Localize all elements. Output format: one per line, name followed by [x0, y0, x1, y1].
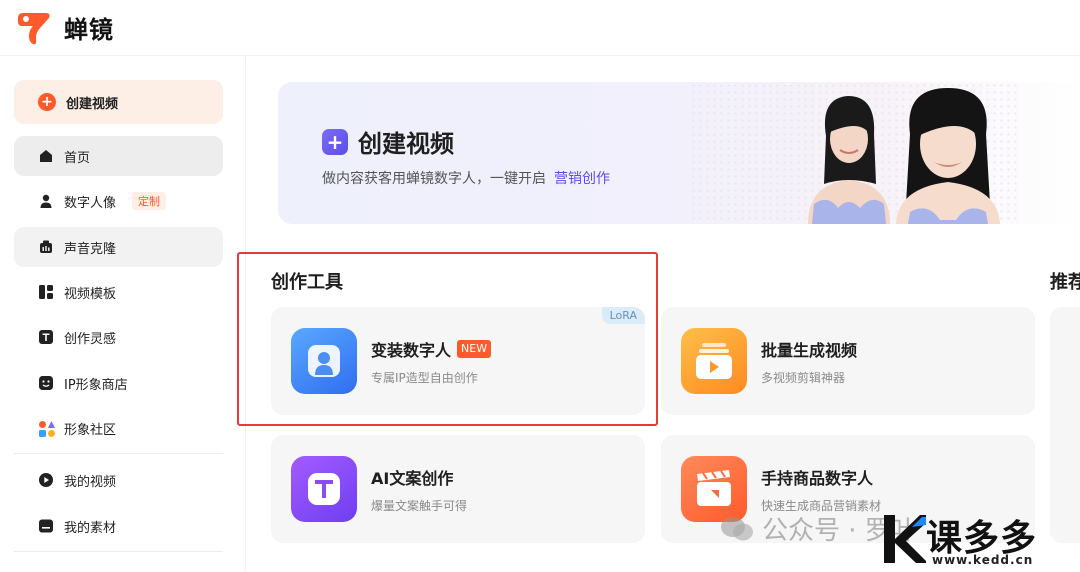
kedd-watermark: 课多多 www.kedd.cn [882, 509, 1080, 572]
banner-subtitle-text: 做内容获客用蝉镜数字人，一键开启 [322, 171, 546, 187]
tool-name: 批量生成视频 [761, 337, 857, 361]
sidebar-item-label: 我的素材 [64, 520, 117, 536]
sidebar-item-label: 视频模板 [64, 286, 117, 302]
k-logo-icon [884, 515, 926, 563]
text-t-icon [291, 456, 357, 522]
highlight-box [237, 252, 658, 426]
home-icon [38, 148, 54, 164]
wechat-icon [721, 516, 753, 540]
video-stack-icon [681, 328, 747, 394]
banner-title-text: 创建视频 [358, 130, 454, 158]
sidebar-divider [14, 453, 223, 454]
sidebar-item-digital-human[interactable]: 数字人像 定制 [14, 181, 223, 221]
plus-icon: + [322, 128, 348, 155]
play-circle-icon [38, 472, 54, 488]
sidebar-item-label: 我的视频 [64, 474, 117, 490]
banner-title: + 创建视频 [322, 124, 454, 159]
sidebar-item-video-template[interactable]: 视频模板 [14, 272, 223, 312]
face-icon [38, 375, 54, 391]
banner-subtitle-link[interactable]: 营销创作 [554, 171, 610, 187]
banner-subtitle: 做内容获客用蝉镜数字人，一键开启 营销创作 [322, 168, 610, 188]
sidebar-item-ip-store[interactable]: IP形象商店 [14, 363, 223, 403]
site-url: www.kedd.cn [932, 553, 1034, 567]
section-title-recommend: 推荐 [1050, 272, 1080, 293]
text-t-icon [38, 329, 54, 345]
tool-card-ai-copywriting[interactable]: AI文案创作 爆量文案触手可得 [271, 435, 645, 543]
sidebar-item-label: 创作灵感 [64, 331, 117, 347]
sidebar-item-my-materials[interactable]: 我的素材 [14, 506, 223, 546]
tool-name: AI文案创作 [371, 465, 453, 489]
top-bar: 蝉镜 [0, 0, 1080, 56]
tool-name-text: 手持商品数字人 [761, 469, 874, 488]
sidebar-item-community[interactable]: 形象社区 [14, 408, 223, 448]
template-icon [38, 284, 54, 300]
sidebar-item-voice-clone[interactable]: 声音克隆 [14, 227, 223, 267]
create-video-button[interactable]: + 创建视频 [14, 80, 223, 124]
sidebar-divider [14, 551, 223, 552]
create-video-banner[interactable]: + 创建视频 做内容获客用蝉镜数字人，一键开启 营销创作 [278, 82, 1080, 224]
sidebar-item-label: 形象社区 [64, 422, 117, 438]
tool-name: 手持商品数字人 [761, 465, 873, 489]
tool-card-batch-video[interactable]: 批量生成视频 多视频剪辑神器 [661, 307, 1035, 415]
plus-icon: + [38, 93, 56, 111]
tool-name-text: AI文案创作 [371, 469, 454, 488]
sidebar-item-inspiration[interactable]: 创作灵感 [14, 317, 223, 357]
sidebar-item-my-videos[interactable]: 我的视频 [14, 460, 223, 500]
folder-icon [38, 518, 54, 534]
microphone-icon [38, 239, 54, 255]
sidebar-item-label: 声音克隆 [64, 241, 117, 257]
logo-icon[interactable] [14, 8, 54, 48]
person-icon [38, 193, 54, 209]
sidebar-item-label: IP形象商店 [64, 377, 128, 393]
community-icon [38, 420, 55, 437]
sidebar: + 创建视频 首页 数字人像 定制 声音克隆 视频模板 创作灵感 IP形象商店 … [0, 57, 246, 572]
recommend-panel[interactable] [1050, 307, 1080, 543]
create-video-label: 创建视频 [66, 96, 119, 112]
tool-name-text: 批量生成视频 [761, 341, 858, 360]
sidebar-item-label: 首页 [64, 150, 91, 166]
sidebar-item-home[interactable]: 首页 [14, 136, 223, 176]
sidebar-item-label: 数字人像 [64, 195, 117, 211]
brand-name[interactable]: 蝉镜 [64, 10, 114, 45]
custom-badge: 定制 [132, 192, 167, 210]
tool-description: 爆量文案触手可得 [371, 499, 468, 513]
avatar-illustration [808, 88, 1000, 224]
tool-description: 多视频剪辑神器 [761, 371, 846, 385]
